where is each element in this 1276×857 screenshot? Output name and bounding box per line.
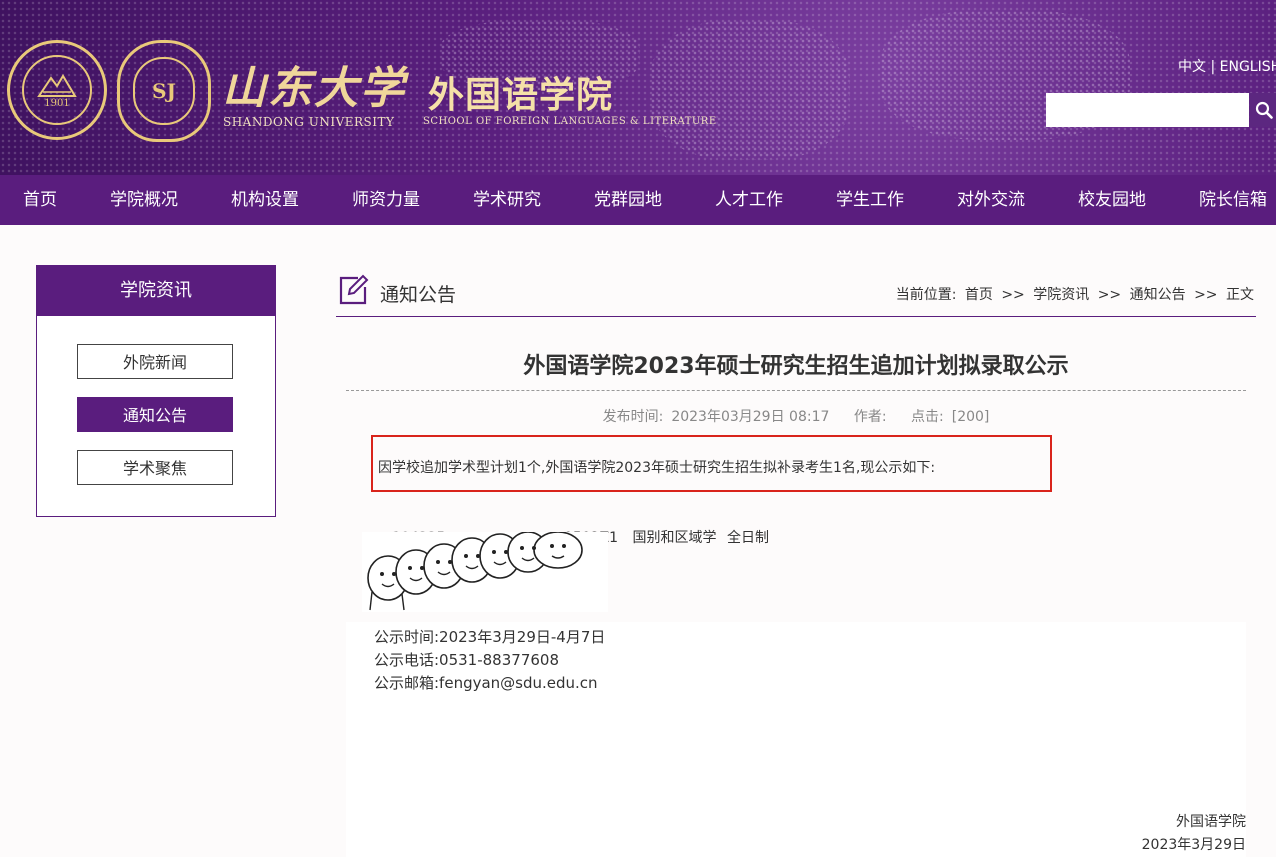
sidebar-title: 学院资讯 xyxy=(37,266,275,316)
search-button[interactable] xyxy=(1250,93,1276,127)
publish-time: 2023年03月29日 08:17 xyxy=(671,409,830,425)
breadcrumb-separator: >> xyxy=(1001,287,1025,303)
signature-org: 外国语学院 xyxy=(1176,814,1246,830)
school-name: 外国语学院 xyxy=(428,75,614,116)
search-icon xyxy=(1255,101,1273,119)
nav-item-faculty[interactable]: 师资力量 xyxy=(352,175,420,225)
nav-item-party[interactable]: 党群园地 xyxy=(594,175,662,225)
study-mode: 全日制 xyxy=(726,530,769,546)
school-name-en: SCHOOL OF FOREIGN LANGUAGES & LITERATURE xyxy=(423,116,717,127)
nav-item-talent[interactable]: 人才工作 xyxy=(715,175,783,225)
mountain-icon xyxy=(37,73,77,97)
nav-item-alumni[interactable]: 校友园地 xyxy=(1078,175,1146,225)
article-intro: 因学校追加学术型计划1个,外国语学院2023年硕士研究生招生拟补录考生1名,现公… xyxy=(378,460,936,476)
main-nav: 首页 学院概况 机构设置 师资力量 学术研究 党群园地 人才工作 学生工作 对外… xyxy=(0,175,1276,225)
author-label: 作者: xyxy=(853,409,887,425)
seal-year: 1901 xyxy=(44,97,70,109)
sidebar: 学院资讯 外院新闻 通知公告 学术聚焦 xyxy=(36,265,276,517)
article-title: 外国语学院2023年硕士研究生招生追加计划拟录取公示 xyxy=(523,354,1069,379)
university-seal-logo[interactable]: 1901 xyxy=(7,40,107,140)
breadcrumb-label: 当前位置: xyxy=(895,287,957,303)
breadcrumb-notices[interactable]: 通知公告 xyxy=(1130,287,1186,303)
cartoon-face-stickers-icon xyxy=(367,531,583,611)
search-input[interactable] xyxy=(1046,93,1249,127)
section-title: 通知公告 xyxy=(380,284,457,306)
sticker-overlay xyxy=(362,531,608,612)
university-name-en: SHANDONG UNIVERSITY xyxy=(223,115,395,129)
breadcrumb-home[interactable]: 首页 xyxy=(965,287,993,303)
signature-date: 2023年3月29日 xyxy=(1141,837,1246,853)
publicity-email: 公示邮箱:fengyan@sdu.edu.cn xyxy=(374,674,598,692)
breadcrumb-current: 正文 xyxy=(1226,287,1254,303)
publicity-period: 公示时间:2023年3月29日-4月7日 xyxy=(374,628,606,646)
publicity-phone: 公示电话:0531-88377608 xyxy=(374,651,559,669)
school-seal-monogram: SJ xyxy=(133,57,195,125)
title-divider xyxy=(346,390,1246,391)
world-map-decoration xyxy=(650,20,850,160)
section-header: 通知公告 当前位置: 首页 >> 学院资讯 >> 通知公告 >> 正文 xyxy=(336,270,1256,317)
school-seal-logo[interactable]: SJ xyxy=(117,40,211,142)
sidebar-item-notices[interactable]: 通知公告 xyxy=(77,397,233,432)
breadcrumb-separator: >> xyxy=(1194,287,1218,303)
sidebar-item-academic[interactable]: 学术聚焦 xyxy=(77,450,233,485)
breadcrumb-separator: >> xyxy=(1097,287,1122,303)
nav-item-exchange[interactable]: 对外交流 xyxy=(957,175,1025,225)
clicks-label: 点击: xyxy=(911,409,944,425)
lang-chinese-link[interactable]: 中文 xyxy=(1178,59,1206,75)
language-switcher: 中文 | ENGLISH xyxy=(1178,56,1276,76)
nav-item-dean-mailbox[interactable]: 院长信箱 xyxy=(1199,175,1267,225)
publish-time-label: 发布时间: xyxy=(602,409,664,425)
breadcrumb-college-info[interactable]: 学院资讯 xyxy=(1033,287,1089,303)
nav-item-research[interactable]: 学术研究 xyxy=(473,175,541,225)
nav-item-home[interactable]: 首页 xyxy=(23,175,57,225)
edit-icon xyxy=(339,274,369,305)
sidebar-item-news[interactable]: 外院新闻 xyxy=(77,344,233,379)
nav-item-organization[interactable]: 机构设置 xyxy=(231,175,299,225)
major-name: 国别和区域学 xyxy=(632,530,717,546)
nav-item-about[interactable]: 学院概况 xyxy=(110,175,178,225)
site-header: 1901 SJ 山东大学 外国语学院 SHANDONG UNIVERSITY S… xyxy=(0,0,1276,175)
nav-item-students[interactable]: 学生工作 xyxy=(836,175,904,225)
lang-english-link[interactable]: ENGLISH xyxy=(1220,59,1276,75)
university-calligraphy-logo[interactable]: 山东大学 xyxy=(222,52,406,116)
breadcrumb: 当前位置: 首页 >> 学院资讯 >> 通知公告 >> 正文 xyxy=(894,284,1256,304)
article-meta: 发布时间: 2023年03月29日 08:17 作者: 点击: [200] xyxy=(346,406,1246,426)
lang-separator: | xyxy=(1210,59,1216,75)
click-count: [200] xyxy=(951,409,990,425)
